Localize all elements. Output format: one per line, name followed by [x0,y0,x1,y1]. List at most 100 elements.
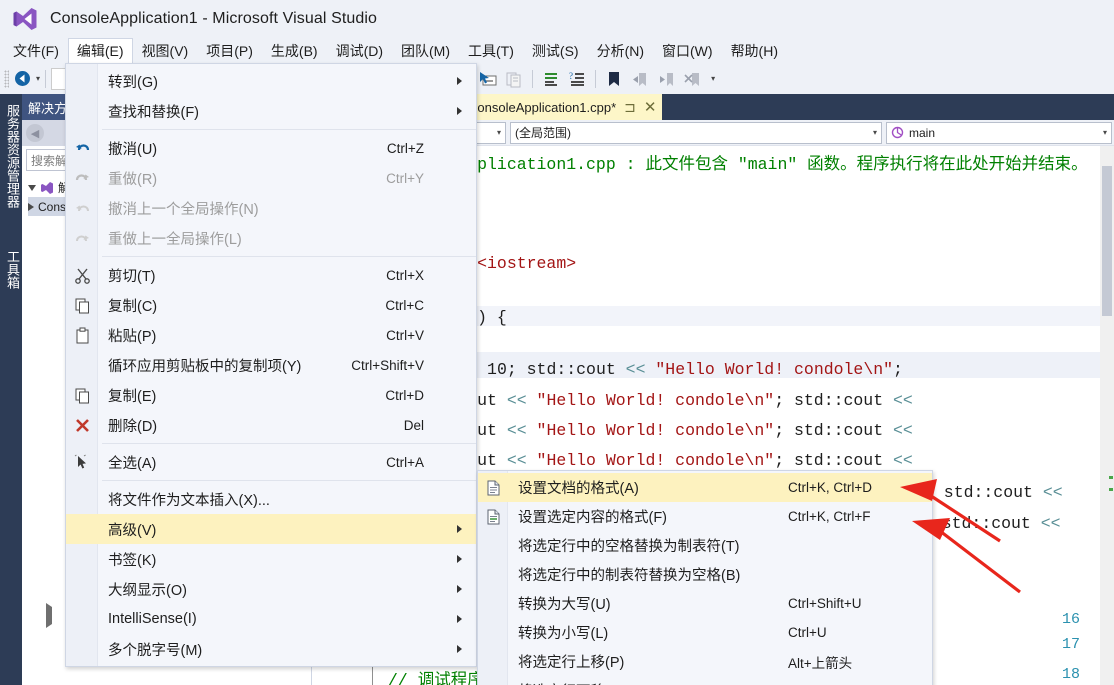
copy-icon [66,290,98,320]
menu-item-goto[interactable]: 转到(G) [66,66,476,96]
menu-item-shortcut: Del [403,417,424,433]
submenu-arrow-icon [457,645,462,653]
menu-item-redo-global: 重做上一全局操作(L) [66,223,476,253]
menu-item-duplicate[interactable]: 复制(E) Ctrl+D [66,380,476,410]
menu-item-delete[interactable]: 删除(D) Del [66,410,476,440]
menu-item-multiple-carets[interactable]: 多个脱字号(M) [66,634,476,664]
edit-menu-dropdown[interactable]: 转到(G) 查找和替换(F) 撤消(U) Ctrl+Z 重做(R) Ctrl+Y… [65,63,477,667]
menu-project[interactable]: 项目(P) [197,38,262,64]
menu-item-shortcut: Ctrl+Z [386,140,424,156]
editor-vertical-scrollbar[interactable] [1100,146,1114,685]
menu-item-label: 大纲显示(O) [108,582,187,599]
chevron-down-icon[interactable] [28,184,36,191]
submenu-item-tabs-to-spaces[interactable]: 将选定行中的制表符替换为空格(B) [478,560,932,589]
select-all-icon [66,447,98,477]
submenu-item-format-document[interactable]: 设置文档的格式(A) Ctrl+K, Ctrl+D [478,473,932,502]
menu-item-shortcut: Ctrl+Y [386,170,424,186]
visual-studio-logo [12,6,38,32]
menu-tools[interactable]: 工具(T) [459,38,523,64]
toolbar-separator [45,69,47,88]
navigate-backward-icon[interactable] [9,67,35,91]
vtab-toolbox[interactable]: 工具箱 [0,246,22,306]
menu-item-cycle-clipboard[interactable]: 循环应用剪贴板中的复制项(Y) Ctrl+Shift+V [66,350,476,380]
compare-files-icon[interactable] [501,67,527,91]
previous-bookmark-icon[interactable] [627,67,653,91]
submenu-item-make-lowercase[interactable]: 转换为小写(L) Ctrl+U [478,618,932,647]
menu-item-paste[interactable]: 粘贴(P) Ctrl+V [66,320,476,350]
submenu-item-make-uppercase[interactable]: 转换为大写(U) Ctrl+Shift+U [478,589,932,618]
submenu-item-format-selection[interactable]: 设置选定内容的格式(F) Ctrl+K, Ctrl+F [478,502,932,531]
submenu-arrow-icon [457,615,462,623]
left-tool-dock: 服务器资源管理器 工具箱 [0,94,22,685]
menu-view[interactable]: 视图(V) [133,38,198,64]
menu-item-label: 书签(K) [108,552,157,569]
menu-item-select-all[interactable]: 全选(A) Ctrl+A [66,447,476,477]
submenu-arrow-icon [457,525,462,533]
toggle-bookmark-icon[interactable] [601,67,627,91]
navigate-backward-dropdown[interactable]: ▾ [36,74,40,83]
menu-item-icon-slot [66,66,98,96]
menu-item-icon-slot [66,96,98,126]
close-tab-icon[interactable]: ✕ [644,98,657,116]
menu-item-label: 查找和替换(F) [108,104,200,121]
document-tab-consoleapplication1-cpp[interactable]: ConsoleApplication1.cpp* ⊐ ✕ [462,94,663,120]
menu-help[interactable]: 帮助(H) [722,38,787,64]
menu-item-shortcut: Ctrl+D [385,387,424,403]
tree-expander-icon[interactable] [46,603,52,628]
menu-edit[interactable]: 编辑(E) [67,37,133,64]
pin-tab-icon[interactable]: ⊐ [624,99,636,116]
menu-item-label: 剪切(T) [108,268,156,285]
menu-item-find-replace[interactable]: 查找和替换(F) [66,96,476,126]
menu-file[interactable]: 文件(F) [4,38,68,64]
menu-item-label: 粘贴(P) [108,328,157,345]
submenu-item-move-line-up[interactable]: 将选定行上移(P) Alt+上箭头 [478,647,932,676]
menu-item-undo-global: 撤消上一个全局操作(N) [66,193,476,223]
uncomment-lines-icon[interactable]: ? [564,67,590,91]
menu-item-bookmarks[interactable]: 书签(K) [66,544,476,574]
window-title: ConsoleApplication1 - Microsoft Visual S… [50,10,378,27]
toolbar-grip[interactable] [4,69,9,88]
member-combo-value: main [909,125,936,140]
menu-item-copy[interactable]: 复制(C) Ctrl+C [66,290,476,320]
advanced-submenu[interactable]: 设置文档的格式(A) Ctrl+K, Ctrl+D 设置选定内容的格式(F) C… [477,470,933,685]
comment-lines-icon[interactable] [538,67,564,91]
member-combo[interactable]: main ▾ [886,121,1112,144]
submenu-arrow-icon [457,585,462,593]
menu-item-label: 将文件作为文本插入(X)... [108,492,270,509]
menu-item-cut[interactable]: 剪切(T) Ctrl+X [66,260,476,290]
menu-team[interactable]: 团队(M) [392,38,459,64]
back-navigate-icon[interactable]: ◀ [26,124,44,142]
scrollbar-thumb[interactable] [1102,166,1112,316]
menu-item-insert-file-as-text[interactable]: 将文件作为文本插入(X)... [66,484,476,514]
vtab-server-explorer[interactable]: 服务器资源管理器 [0,100,22,235]
redo-icon [66,163,98,193]
menu-item-shortcut: Ctrl+X [386,267,424,283]
submenu-item-icon-slot [478,647,508,676]
menu-item-advanced[interactable]: 高级(V) [66,514,476,544]
submenu-item-label: 设置文档的格式(A) [518,481,639,497]
format-document-icon [478,473,508,502]
menu-bar[interactable]: 文件(F) 编辑(E) 视图(V) 项目(P) 生成(B) 调试(D) 团队(M… [0,37,1114,64]
menu-window[interactable]: 窗口(W) [653,38,722,64]
menu-item-label: 重做上一全局操作(L) [108,231,242,248]
menu-build[interactable]: 生成(B) [262,38,327,64]
menu-item-intellisense[interactable]: IntelliSense(I) [66,604,476,634]
chevron-right-icon[interactable] [28,202,34,211]
menu-item-undo[interactable]: 撤消(U) Ctrl+Z [66,133,476,163]
chevron-down-icon: ▾ [872,128,877,137]
menu-item-label: 撤消(U) [108,141,158,158]
paste-icon [66,320,98,350]
menu-item-outlining[interactable]: 大纲显示(O) [66,574,476,604]
toolbar-overflow-button[interactable]: ▾ [711,74,715,83]
clear-bookmarks-icon[interactable] [679,67,705,91]
menu-item-label: 多个脱字号(M) [108,642,203,659]
menu-test[interactable]: 测试(S) [523,38,588,64]
pointer-select-icon[interactable] [475,67,501,91]
menu-analyze[interactable]: 分析(N) [588,38,653,64]
scope-combo[interactable]: (全局范围) ▾ [510,121,882,144]
menu-debug[interactable]: 调试(D) [327,38,392,64]
submenu-item-spaces-to-tabs[interactable]: 将选定行中的空格替换为制表符(T) [478,531,932,560]
next-bookmark-icon[interactable] [653,67,679,91]
menu-item-shortcut: Ctrl+Shift+V [351,357,424,373]
submenu-item-move-line-down[interactable]: 将选定行下移(N) Alt+下箭头 [478,676,932,685]
